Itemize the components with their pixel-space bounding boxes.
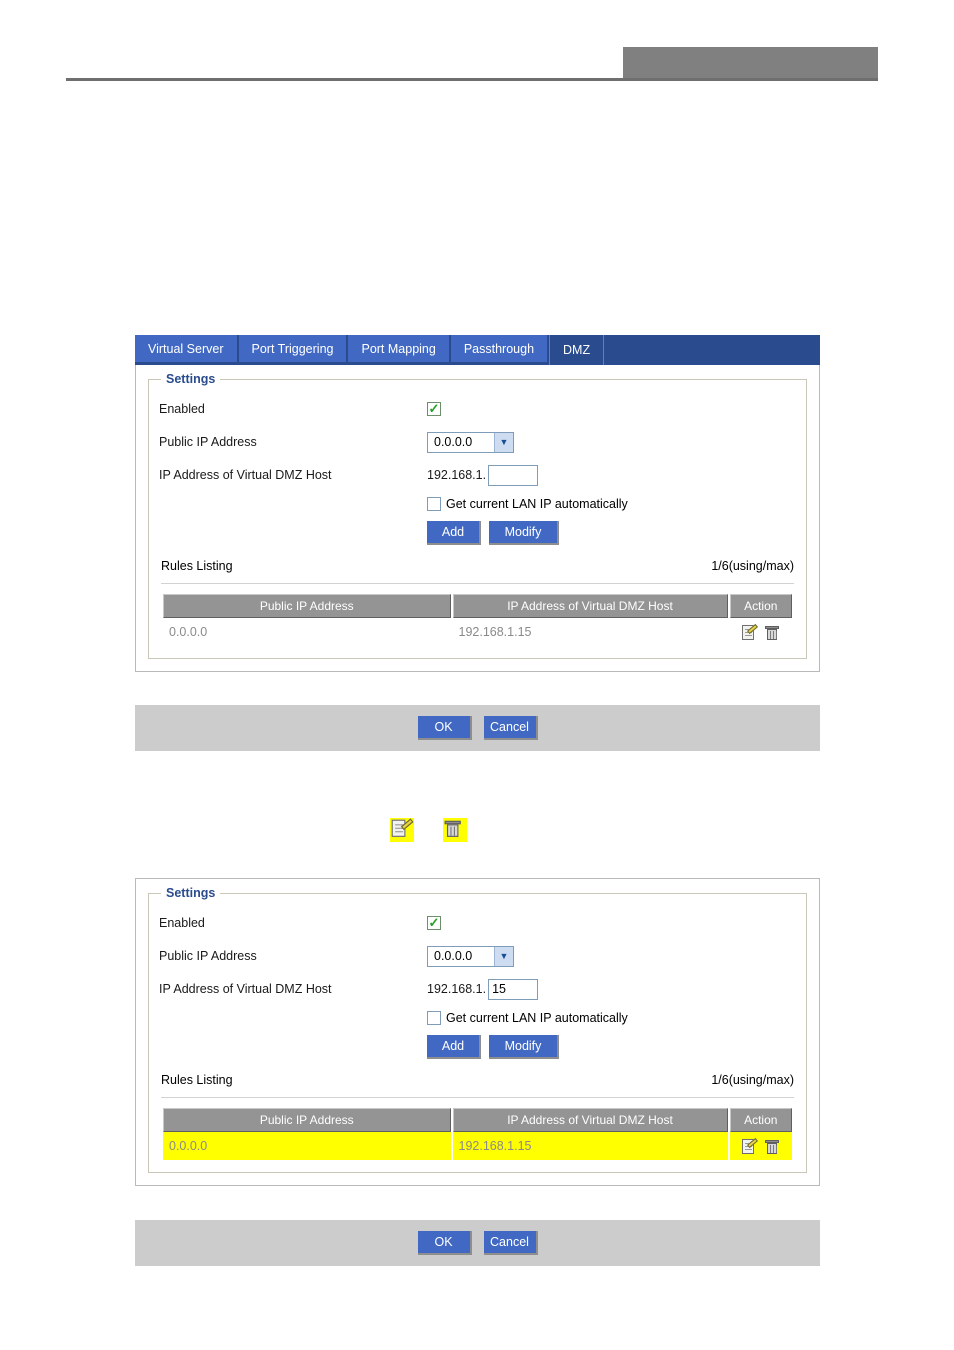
public-ip-select[interactable]: 0.0.0.0 ▼ — [427, 431, 514, 453]
tab-passthrough[interactable]: Passthrough — [450, 335, 548, 362]
rules-table: Public IP Address IP Address of Virtual … — [161, 1108, 794, 1160]
rules-table: Public IP Address IP Address of Virtual … — [161, 594, 794, 646]
tab-bar: Virtual Server Port Triggering Port Mapp… — [135, 335, 820, 365]
dmz-host-label: IP Address of Virtual DMZ Host — [159, 982, 332, 996]
icon-legend-strip — [135, 812, 820, 848]
tab-label: Port Triggering — [251, 341, 334, 356]
cell-dmz-host: 192.168.1.15 — [458, 625, 532, 639]
delete-icon-highlight — [443, 818, 467, 842]
cancel-button[interactable]: Cancel — [483, 716, 538, 740]
auto-lan-label: Get current LAN IP automatically — [446, 497, 628, 511]
column-header-public-ip: Public IP Address — [163, 1108, 451, 1132]
cell-action — [729, 1132, 792, 1160]
settings-legend: Settings — [161, 372, 221, 386]
dmz-host-row: IP Address of Virtual DMZ Host 192.168.1… — [159, 464, 796, 486]
cancel-button[interactable]: Cancel — [483, 1231, 538, 1255]
enabled-checkbox[interactable]: ✓ — [427, 916, 441, 930]
check-icon: ✓ — [428, 915, 440, 930]
public-ip-label: Public IP Address — [159, 435, 257, 449]
dmz-host-prefix: 192.168.1. — [427, 468, 487, 482]
public-ip-row: Public IP Address 0.0.0.0 ▼ — [159, 431, 796, 453]
edit-icon[interactable] — [741, 623, 758, 641]
rules-listing-count: 1/6(using/max) — [711, 1073, 794, 1087]
chevron-down-icon: ▼ — [494, 946, 513, 966]
settings-legend: Settings — [161, 886, 221, 900]
table-header-row: Public IP Address IP Address of Virtual … — [163, 1108, 792, 1132]
table-row: 0.0.0.0 192.168.1.15 — [163, 1132, 792, 1160]
add-modify-button-row: Add Modify — [427, 521, 796, 545]
tab-label: Virtual Server — [148, 341, 224, 356]
auto-lan-checkbox[interactable] — [427, 1011, 441, 1025]
auto-lan-row: Get current LAN IP automatically — [427, 497, 796, 511]
enabled-row: Enabled ✓ — [159, 398, 796, 420]
delete-icon — [444, 819, 467, 842]
column-header-action: Action — [729, 1108, 792, 1132]
rules-divider — [161, 1097, 794, 1098]
table-header-row: Public IP Address IP Address of Virtual … — [163, 594, 792, 618]
public-ip-label: Public IP Address — [159, 949, 257, 963]
auto-lan-row: Get current LAN IP automatically — [427, 1011, 796, 1025]
modify-button[interactable]: Modify — [489, 1035, 559, 1059]
tab-virtual-server[interactable]: Virtual Server — [135, 335, 237, 362]
public-ip-selected-value: 0.0.0.0 — [434, 435, 473, 449]
dmz-host-row: IP Address of Virtual DMZ Host 192.168.1… — [159, 978, 796, 1000]
column-header-dmz-host: IP Address of Virtual DMZ Host — [452, 1108, 728, 1132]
settings-fieldset: Settings Enabled ✓ Public IP Address 0.0… — [148, 372, 807, 659]
ok-button[interactable]: OK — [417, 1231, 472, 1255]
delete-icon[interactable] — [764, 1138, 781, 1155]
header-gray-block — [623, 47, 878, 79]
public-ip-row: Public IP Address 0.0.0.0 ▼ — [159, 945, 796, 967]
edit-icon — [391, 818, 414, 842]
action-bar-top: OK Cancel — [135, 705, 820, 751]
public-ip-select[interactable]: 0.0.0.0 ▼ — [427, 945, 514, 967]
column-header-dmz-host: IP Address of Virtual DMZ Host — [452, 594, 728, 618]
cell-dmz-host: 192.168.1.15 — [452, 1132, 728, 1160]
column-header-action: Action — [729, 594, 792, 618]
dmz-host-prefix: 192.168.1. — [427, 982, 487, 996]
column-header-public-ip: Public IP Address — [163, 594, 451, 618]
delete-icon[interactable] — [764, 624, 781, 641]
rules-listing-label: Rules Listing — [161, 1073, 233, 1087]
rules-listing-count: 1/6(using/max) — [711, 559, 794, 573]
cell-public-ip: 0.0.0.0 — [163, 1132, 451, 1160]
tab-label: Port Mapping — [361, 341, 436, 356]
modify-button[interactable]: Modify — [489, 521, 559, 545]
auto-lan-label: Get current LAN IP automatically — [446, 1011, 628, 1025]
action-bar-bottom: OK Cancel — [135, 1220, 820, 1266]
dmz-settings-panel-top: Settings Enabled ✓ Public IP Address 0.0… — [135, 365, 820, 672]
chevron-down-icon: ▼ — [494, 432, 513, 452]
page-header — [0, 0, 954, 110]
ok-button[interactable]: OK — [417, 716, 472, 740]
cell-public-ip: 0.0.0.0 — [169, 625, 208, 639]
check-icon: ✓ — [428, 401, 440, 416]
rules-listing-row: Rules Listing 1/6(using/max) — [161, 559, 794, 573]
auto-lan-checkbox[interactable] — [427, 497, 441, 511]
edit-icon-highlight — [390, 818, 414, 842]
dmz-settings-panel-bottom: Settings Enabled ✓ Public IP Address 0.0… — [135, 878, 820, 1186]
rules-listing-row: Rules Listing 1/6(using/max) — [161, 1073, 794, 1087]
tab-dmz[interactable]: DMZ — [549, 335, 605, 365]
enabled-row: Enabled ✓ — [159, 912, 796, 934]
tab-port-mapping[interactable]: Port Mapping — [348, 335, 449, 362]
add-modify-button-row: Add Modify — [427, 1035, 796, 1059]
add-button[interactable]: Add — [427, 521, 481, 545]
enabled-label: Enabled — [159, 916, 205, 930]
rules-listing-label: Rules Listing — [161, 559, 233, 573]
dmz-host-label: IP Address of Virtual DMZ Host — [159, 468, 332, 482]
tab-port-triggering[interactable]: Port Triggering — [238, 335, 347, 362]
enabled-checkbox[interactable]: ✓ — [427, 402, 441, 416]
settings-fieldset: Settings Enabled ✓ Public IP Address 0.0… — [148, 886, 807, 1173]
table-row: 0.0.0.0 192.168.1.15 — [163, 618, 792, 646]
public-ip-selected-value: 0.0.0.0 — [434, 949, 473, 963]
enabled-label: Enabled — [159, 402, 205, 416]
tab-label: Passthrough — [463, 341, 535, 356]
rules-divider — [161, 583, 794, 584]
header-divider-rule — [66, 78, 878, 81]
dmz-host-input[interactable] — [488, 978, 539, 1000]
edit-icon[interactable] — [741, 1137, 758, 1155]
add-button[interactable]: Add — [427, 1035, 481, 1059]
dmz-host-input[interactable] — [488, 464, 539, 486]
tab-label: DMZ — [563, 343, 591, 357]
cell-action — [730, 618, 793, 646]
